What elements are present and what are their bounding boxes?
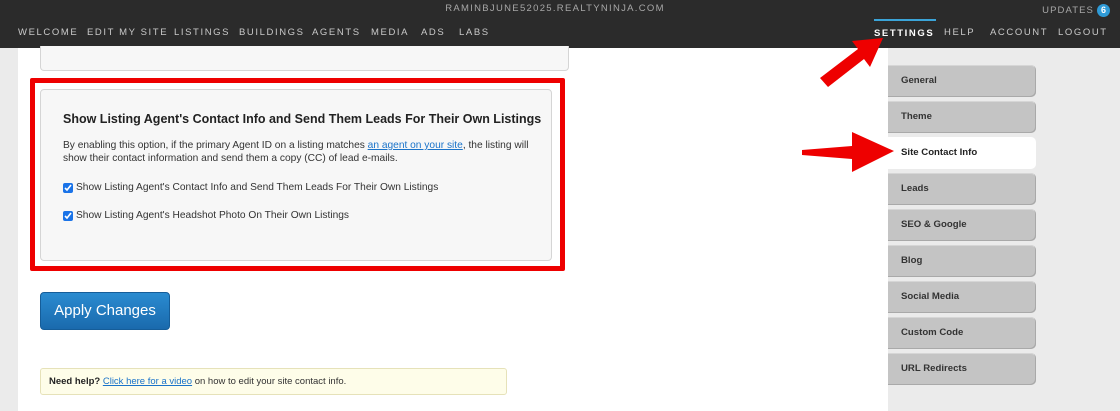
nav-listings[interactable]: LISTINGS bbox=[174, 19, 230, 48]
nav-labs[interactable]: LABS bbox=[459, 19, 490, 48]
top-navigation-bar: RAMINBJUNE52025.REALTYNINJA.COM UPDATES … bbox=[0, 0, 1120, 48]
nav-help[interactable]: HELP bbox=[944, 19, 975, 48]
sidebar-item-blog[interactable]: Blog bbox=[888, 245, 1036, 277]
help-box: Need help? Click here for a video on how… bbox=[40, 368, 507, 395]
settings-content-panel: Show Listing Agent's Contact Info and Se… bbox=[18, 46, 888, 411]
updates-link[interactable]: UPDATES 6 bbox=[1042, 3, 1110, 17]
nav-ads[interactable]: ADS bbox=[421, 19, 445, 48]
updates-count-badge: 6 bbox=[1097, 3, 1110, 17]
section-title: Show Listing Agent's Contact Info and Se… bbox=[63, 112, 542, 126]
nav-edit-my-site[interactable]: EDIT MY SITE bbox=[87, 19, 168, 48]
show-agent-headshot-label: Show Listing Agent's Headshot Photo On T… bbox=[76, 210, 350, 221]
sidebar-item-seo-google[interactable]: SEO & Google bbox=[888, 209, 1036, 241]
sidebar-item-custom-code[interactable]: Custom Code bbox=[888, 317, 1036, 349]
show-agent-headshot-checkbox[interactable] bbox=[63, 210, 73, 221]
agent-contact-section: Show Listing Agent's Contact Info and Se… bbox=[40, 89, 552, 261]
sidebar-item-leads[interactable]: Leads bbox=[888, 173, 1036, 205]
sidebar-item-site-contact-info[interactable]: Site Contact Info bbox=[888, 137, 1036, 169]
updates-label: UPDATES bbox=[1042, 4, 1094, 16]
sidebar-item-url-redirects[interactable]: URL Redirects bbox=[888, 353, 1036, 385]
show-agent-contact-label: Show Listing Agent's Contact Info and Se… bbox=[76, 182, 439, 193]
help-label: Need help? bbox=[49, 376, 101, 387]
nav-agents[interactable]: AGENTS bbox=[312, 19, 361, 48]
show-agent-contact-checkbox[interactable] bbox=[63, 182, 73, 193]
help-text: on how to edit your site contact info. bbox=[192, 376, 347, 387]
nav-settings[interactable]: SETTINGS bbox=[874, 19, 937, 48]
nav-media[interactable]: MEDIA bbox=[371, 19, 409, 48]
show-agent-contact-option[interactable]: Show Listing Agent's Contact Info and Se… bbox=[63, 182, 438, 193]
nav-account[interactable]: ACCOUNT bbox=[990, 19, 1048, 48]
nav-buildings[interactable]: BUILDINGS bbox=[239, 19, 305, 48]
nav-welcome[interactable]: WELCOME bbox=[18, 19, 78, 48]
site-domain: RAMINBJUNE52025.REALTYNINJA.COM bbox=[445, 3, 665, 14]
show-agent-headshot-option[interactable]: Show Listing Agent's Headshot Photo On T… bbox=[63, 210, 349, 221]
nav-logout[interactable]: LOGOUT bbox=[1058, 19, 1108, 48]
previous-section-box bbox=[40, 46, 569, 71]
section-description: By enabling this option, if the primary … bbox=[63, 140, 533, 165]
apply-changes-button[interactable]: Apply Changes bbox=[40, 292, 170, 330]
help-video-link[interactable]: Click here for a video bbox=[103, 376, 192, 387]
description-text: By enabling this option, if the primary … bbox=[63, 140, 368, 151]
sidebar-item-social-media[interactable]: Social Media bbox=[888, 281, 1036, 313]
agent-on-your-site-link[interactable]: an agent on your site bbox=[368, 140, 463, 151]
sidebar-item-theme[interactable]: Theme bbox=[888, 101, 1036, 133]
sidebar-item-general[interactable]: General bbox=[888, 65, 1036, 97]
